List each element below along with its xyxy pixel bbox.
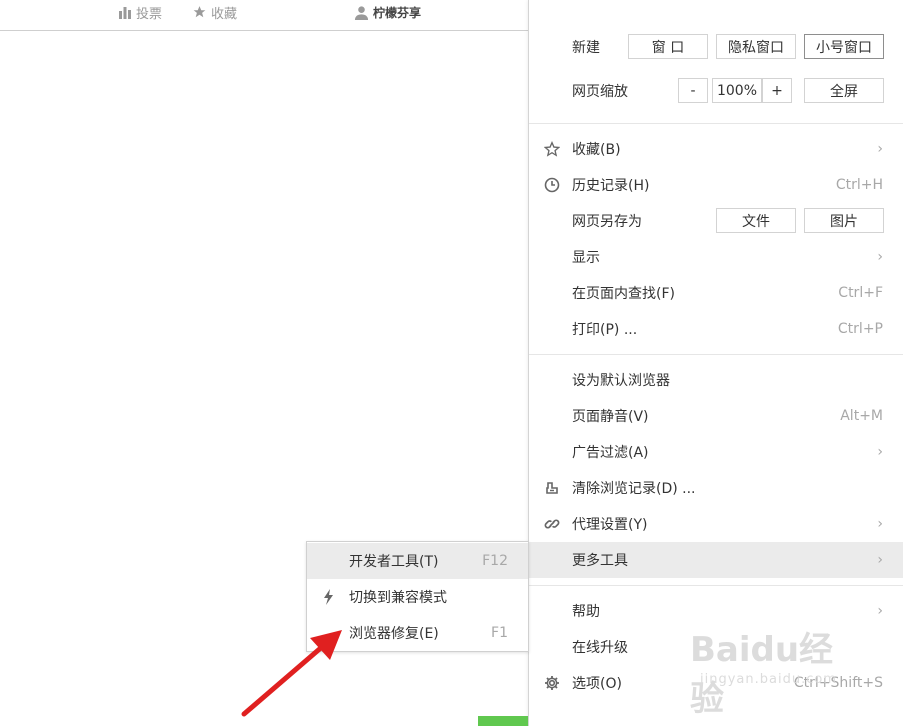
menu-item-print[interactable]: 打印(P) ... Ctrl+P	[529, 311, 903, 347]
submenu-shortcut: F12	[482, 553, 508, 569]
annotation-arrow	[241, 630, 342, 717]
menu-item-clear-history[interactable]: 清除浏览记录(D) ...	[529, 470, 903, 506]
menu-shortcut: Ctrl+F	[838, 285, 883, 301]
save-as-image-button[interactable]: 图片	[804, 208, 884, 233]
menu-item-label: 历史记录(H)	[572, 178, 650, 194]
user-link[interactable]: 柠檬芬享	[354, 3, 421, 21]
menu-item-ad-filter[interactable]: 广告过滤(A) ›	[529, 434, 903, 470]
clock-icon	[543, 176, 561, 194]
user-name: 柠檬芬享	[373, 5, 422, 20]
eraser-icon	[543, 479, 561, 497]
chevron-right-icon: ›	[877, 603, 883, 619]
menu-item-display[interactable]: 显示 ›	[529, 239, 903, 275]
chevron-right-icon: ›	[877, 249, 883, 265]
user-icon	[354, 5, 369, 20]
chevron-right-icon: ›	[877, 552, 883, 568]
menu-item-help[interactable]: 帮助 ›	[529, 593, 903, 629]
menu-shortcut: Alt+M	[840, 408, 883, 424]
menu-shortcut: Ctrl+P	[837, 321, 883, 337]
green-button-fragment	[478, 716, 528, 726]
menu-shortcut: Ctrl+H	[835, 177, 883, 193]
menu-item-label: 在页面内查找(F)	[572, 286, 675, 302]
small-window-button[interactable]: 小号窗口	[804, 34, 884, 59]
menu-item-more-tools[interactable]: 更多工具 ›	[529, 542, 903, 578]
zoom-in-button[interactable]: +	[762, 78, 792, 103]
zoom-out-button[interactable]: -	[678, 78, 708, 103]
chevron-right-icon: ›	[877, 141, 883, 157]
menu-item-label: 设为默认浏览器	[572, 373, 670, 389]
menu-item-history[interactable]: 历史记录(H) Ctrl+H	[529, 167, 903, 203]
menu-item-mute[interactable]: 页面静音(V) Alt+M	[529, 398, 903, 434]
menu-item-label: 帮助	[572, 604, 600, 620]
menu-divider	[529, 123, 903, 124]
submenu-shortcut: F1	[491, 625, 508, 641]
new-window-button[interactable]: 窗 口	[628, 34, 708, 59]
lightning-icon	[322, 588, 336, 606]
menu-item-label: 打印(P) ...	[572, 322, 638, 338]
menu-item-label: 选项(O)	[572, 676, 622, 692]
favorite-label: 收藏	[211, 6, 238, 22]
menu-divider	[529, 354, 903, 355]
vote-link[interactable]: 投票	[118, 3, 163, 22]
submenu-item-compat-mode[interactable]: 切换到兼容模式	[307, 579, 528, 615]
submenu-item-label: 切换到兼容模式	[349, 590, 447, 606]
star-outline-icon	[543, 140, 561, 158]
save-as-file-button[interactable]: 文件	[716, 208, 796, 233]
menu-item-find[interactable]: 在页面内查找(F) Ctrl+F	[529, 275, 903, 311]
menu-item-update[interactable]: 在线升级	[529, 629, 903, 665]
menu-item-label: 显示	[572, 250, 600, 266]
star-icon	[192, 5, 207, 19]
private-window-button[interactable]: 隐私窗口	[716, 34, 796, 59]
bar-chart-icon	[118, 6, 132, 19]
menu-item-options[interactable]: 选项(O) Ctrl+Shift+S	[529, 665, 903, 701]
browser-main-menu: 新建 窗 口 隐私窗口 小号窗口 网页缩放 - 100% + 全屏 收藏(B) …	[528, 0, 903, 726]
link-icon	[543, 515, 561, 533]
chevron-right-icon: ›	[877, 516, 883, 532]
menu-divider	[529, 585, 903, 586]
menu-item-label: 清除浏览记录(D) ...	[572, 481, 696, 497]
submenu-item-devtools[interactable]: 开发者工具(T) F12	[307, 543, 528, 579]
chevron-right-icon: ›	[877, 444, 883, 460]
submenu-item-label: 浏览器修复(E)	[349, 626, 439, 642]
fullscreen-button[interactable]: 全屏	[804, 78, 884, 103]
gear-icon	[543, 674, 561, 692]
new-label: 新建	[572, 40, 600, 56]
menu-item-favorites[interactable]: 收藏(B) ›	[529, 131, 903, 167]
menu-item-set-default[interactable]: 设为默认浏览器	[529, 362, 903, 398]
menu-item-proxy[interactable]: 代理设置(Y) ›	[529, 506, 903, 542]
submenu-item-label: 开发者工具(T)	[349, 554, 439, 570]
zoom-level-value: 100%	[712, 78, 762, 103]
vote-label: 投票	[136, 6, 163, 22]
menu-item-label: 广告过滤(A)	[572, 445, 649, 461]
page-toolbar: 投票 收藏 柠檬芬享	[0, 0, 528, 31]
menu-item-label: 代理设置(Y)	[572, 517, 648, 533]
menu-item-label: 页面静音(V)	[572, 409, 649, 425]
menu-shortcut: Ctrl+Shift+S	[793, 675, 883, 691]
menu-item-label: 更多工具	[572, 553, 628, 569]
menu-item-label: 收藏(B)	[572, 142, 621, 158]
menu-item-label: 网页另存为	[572, 214, 642, 230]
zoom-label: 网页缩放	[572, 84, 628, 100]
menu-item-label: 在线升级	[572, 640, 628, 656]
favorite-link[interactable]: 收藏	[192, 3, 238, 22]
